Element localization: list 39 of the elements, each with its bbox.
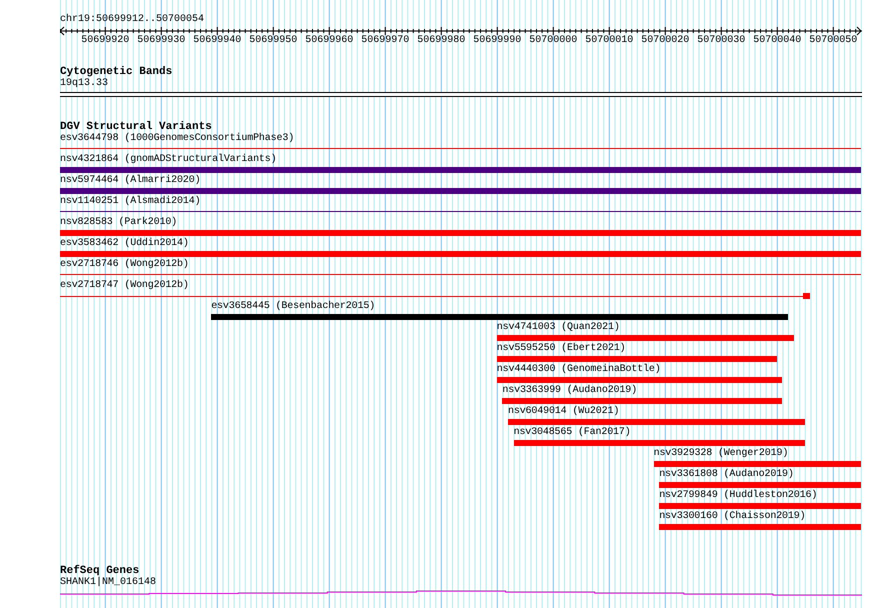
variant-label: nsv2799849 (Huddleston2016) — [659, 490, 818, 502]
track-title: Cytogenetic Bands — [60, 66, 172, 78]
variant-label: nsv5974464 (Almarri2020) — [60, 175, 200, 187]
variant-label: nsv3929328 (Wenger2019) — [654, 448, 788, 460]
variant-label: nsv1140251 (Alsmadi2014) — [60, 196, 200, 208]
ruler-tick-label: 50699980 — [417, 35, 466, 47]
variant-label: nsv6049014 (Wu2021) — [508, 406, 620, 418]
variant-label: esv2718747 (Wong2012b) — [60, 280, 189, 292]
variant-label: nsv828583 (Park2010) — [60, 217, 178, 229]
variant-label: nsv3300160 (Chaisson2019) — [659, 511, 806, 523]
ruler-tick-label: 50699930 — [137, 35, 186, 47]
variant-label: nsv4440300 (GenomeinaBottle) — [496, 364, 661, 376]
track-title: DGV Structural Variants — [60, 121, 212, 133]
variant-label: nsv4741003 (Quan2021) — [496, 322, 620, 334]
gene-label: SHANK1|NM_016148 — [60, 577, 156, 589]
variant-label: esv3644798 (1000GenomesConsortiumPhase3) — [60, 133, 294, 145]
variant-label: nsv3361808 (Audano2019) — [659, 469, 794, 481]
ruler-tick-label: 50699950 — [249, 35, 298, 47]
ruler-tick-label: 50700030 — [697, 35, 746, 47]
variant-label: nsv3048565 (Fan2017) — [514, 427, 631, 439]
ruler-tick-label: 50700010 — [585, 35, 634, 47]
ruler-tick-label: 50700040 — [753, 35, 802, 47]
track-title: RefSeq Genes — [60, 565, 140, 577]
variant-label: esv2718746 (Wong2012b) — [60, 259, 189, 271]
variant-label: nsv4321864 (gnomADStructuralVariants) — [60, 154, 276, 166]
ruler-tick-label: 50699960 — [305, 35, 354, 47]
ruler-tick-label: 50699970 — [361, 35, 410, 47]
ruler-tick-label: 50699920 — [81, 35, 130, 47]
band-label: 19q13.33 — [60, 78, 108, 90]
variant-label: nsv3363999 (Audano2019) — [502, 385, 637, 397]
ruler-tick-label: 50699940 — [193, 35, 242, 47]
variant-label: nsv5595250 (Ebert2021) — [496, 343, 626, 355]
ruler-tick-label: 50700020 — [641, 35, 690, 47]
variant-label: esv3583462 (Uddin2014) — [60, 238, 189, 250]
ruler-tick-label: 50700000 — [529, 35, 578, 47]
variant-label: esv3658445 (Besenbacher2015) — [211, 301, 376, 313]
ruler-tick-label: 50699990 — [473, 35, 522, 47]
location-label: chr19:50699912..50700054 — [60, 14, 204, 26]
ruler-tick-label: 50700050 — [809, 35, 858, 47]
